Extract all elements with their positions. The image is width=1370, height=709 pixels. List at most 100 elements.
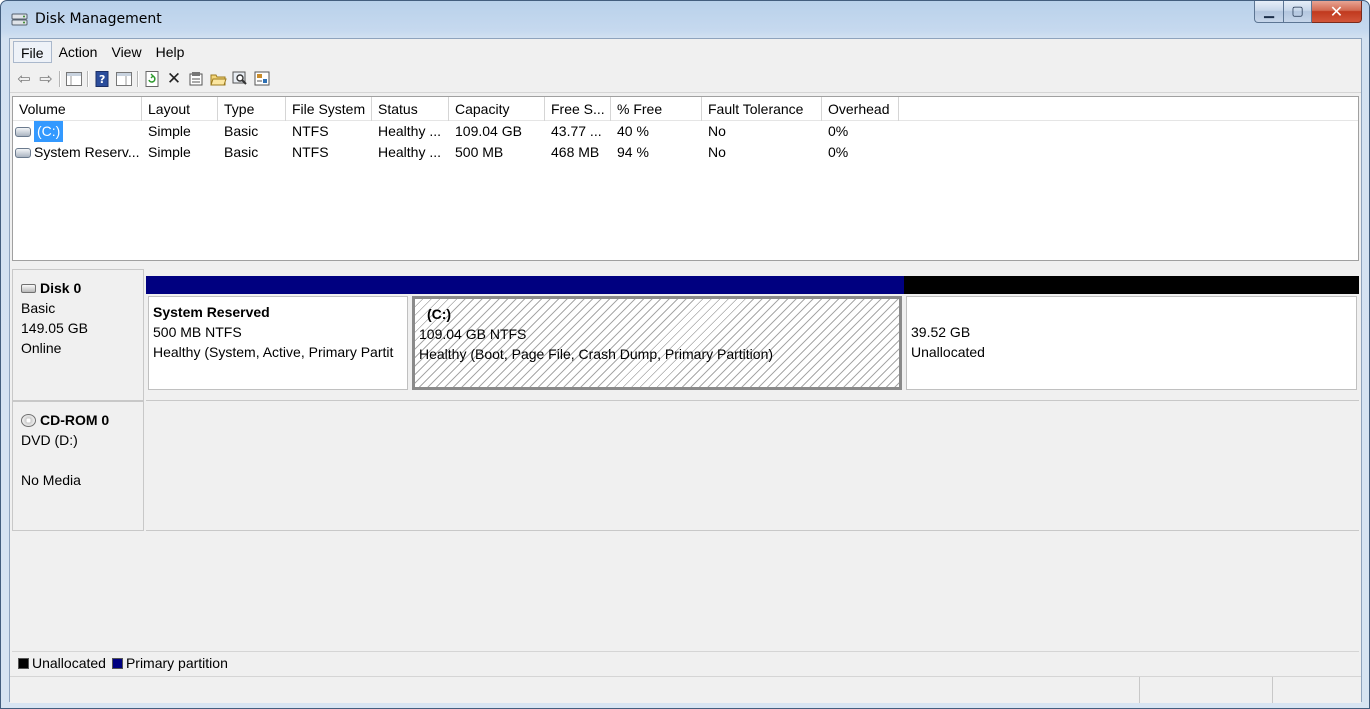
explore-icon[interactable] bbox=[229, 68, 251, 90]
disk-name-row: Disk 0 bbox=[21, 278, 143, 298]
free-space-cell: 468 MB bbox=[551, 144, 600, 160]
status-cell: Healthy ... bbox=[378, 123, 442, 139]
volume-drive-icon bbox=[15, 147, 31, 158]
cdrom-media: No Media bbox=[21, 472, 81, 488]
refresh-icon[interactable] bbox=[141, 68, 163, 90]
status-segment bbox=[1140, 677, 1273, 703]
status-cell: Healthy ... bbox=[378, 144, 442, 160]
volume-drive-icon bbox=[15, 126, 31, 137]
partition-c[interactable]: (C:) 109.04 GB NTFS Healthy (Boot, Page … bbox=[410, 276, 904, 394]
capacity-cell: 500 MB bbox=[455, 144, 504, 160]
partition-status: Unallocated bbox=[911, 344, 985, 360]
show-hide-tree-icon[interactable] bbox=[63, 68, 85, 90]
back-icon[interactable]: ⇦ bbox=[13, 68, 35, 90]
column-header-type[interactable]: Type bbox=[218, 97, 286, 121]
menu-view[interactable]: View bbox=[104, 41, 148, 63]
type-cell: Basic bbox=[224, 144, 259, 160]
overhead-cell: 0% bbox=[828, 144, 849, 160]
toolbar-separator bbox=[85, 68, 91, 90]
disk-graph-pane: Disk 0 Basic 149.05 GB Online System Res… bbox=[12, 269, 1359, 674]
fault-tolerance-cell: No bbox=[708, 123, 726, 139]
partition-title bbox=[911, 302, 1352, 322]
toolbar-separator bbox=[57, 68, 63, 90]
partition-box: System Reserved 500 MB NTFS Healthy (Sys… bbox=[148, 296, 408, 390]
column-header-volume[interactable]: Volume bbox=[13, 97, 142, 121]
partition-color-bar bbox=[410, 276, 904, 294]
minimize-button[interactable]: ▁ bbox=[1254, 1, 1284, 23]
disk-type: Basic bbox=[21, 300, 56, 316]
overhead-cell: 0% bbox=[828, 123, 849, 139]
disk-management-icon bbox=[11, 13, 28, 26]
partition-title: System Reserved bbox=[153, 304, 270, 320]
column-header-overhead[interactable]: Overhead bbox=[822, 97, 899, 121]
menu-help[interactable]: Help bbox=[149, 41, 192, 63]
layout-cell: Simple bbox=[148, 144, 191, 160]
status-segment bbox=[10, 677, 1140, 703]
partition-status: Healthy (System, Active, Primary Partit bbox=[153, 344, 394, 360]
volume-cell: (C:) bbox=[13, 121, 142, 142]
column-header-fault-tolerance[interactable]: Fault Tolerance bbox=[702, 97, 822, 121]
close-icon: ✕ bbox=[1329, 2, 1344, 21]
pane-splitter[interactable] bbox=[10, 263, 1361, 267]
legend-swatch-unallocated bbox=[18, 657, 29, 669]
legend-label-unallocated: Unallocated bbox=[32, 655, 106, 671]
column-header-layout[interactable]: Layout bbox=[142, 97, 218, 121]
legend: Unallocated Primary partition bbox=[12, 651, 1359, 674]
partition-box: 39.52 GB Unallocated bbox=[906, 296, 1357, 390]
delete-icon[interactable]: ✕ bbox=[163, 68, 185, 90]
menu-file[interactable]: File bbox=[13, 41, 52, 63]
cd-rom-icon bbox=[21, 413, 36, 427]
volume-row-c[interactable]: (C:) Simple Basic NTFS Healthy ... 109.0… bbox=[13, 121, 1358, 142]
file-system-cell: NTFS bbox=[292, 123, 329, 139]
open-folder-icon[interactable] bbox=[207, 68, 229, 90]
maximize-button[interactable]: ▢ bbox=[1284, 1, 1312, 23]
disk-0-label[interactable]: Disk 0 Basic 149.05 GB Online bbox=[12, 269, 144, 401]
volume-row-system-reserved[interactable]: System Reserv... Simple Basic NTFS Healt… bbox=[13, 142, 1358, 163]
column-header-percent-free[interactable]: % Free bbox=[611, 97, 702, 121]
column-header-file-system[interactable]: File System bbox=[286, 97, 372, 121]
maximize-icon: ▢ bbox=[1291, 4, 1304, 19]
status-bar bbox=[10, 676, 1361, 703]
close-button[interactable]: ✕ bbox=[1312, 1, 1362, 23]
partition-box-selected: (C:) 109.04 GB NTFS Healthy (Boot, Page … bbox=[412, 296, 902, 390]
title-bar[interactable]: Disk Management ▁ ▢ ✕ bbox=[1, 1, 1369, 37]
volume-cell: System Reserv... bbox=[13, 142, 142, 163]
volume-list-header: Volume Layout Type File System Status Ca… bbox=[13, 97, 1358, 121]
minimize-icon: ▁ bbox=[1264, 4, 1274, 19]
client-area: File Action View Help ⇦ ⇨ ? ✕ Volume Lay… bbox=[9, 38, 1362, 703]
disk-management-window: Disk Management ▁ ▢ ✕ File Action View H… bbox=[0, 0, 1370, 709]
fault-tolerance-cell: No bbox=[708, 144, 726, 160]
column-header-free-space[interactable]: Free S... bbox=[545, 97, 611, 121]
disk-size: 149.05 GB bbox=[21, 320, 88, 336]
layout-cell: Simple bbox=[148, 123, 191, 139]
partition-system-reserved[interactable]: System Reserved 500 MB NTFS Healthy (Sys… bbox=[146, 276, 410, 394]
partition-color-bar bbox=[146, 276, 410, 294]
type-cell: Basic bbox=[224, 123, 259, 139]
help-icon[interactable]: ? bbox=[91, 68, 113, 90]
properties-view-icon[interactable] bbox=[113, 68, 135, 90]
window-title: Disk Management bbox=[35, 11, 162, 27]
menu-bar: File Action View Help bbox=[10, 39, 1361, 65]
settings-icon[interactable] bbox=[251, 68, 273, 90]
percent-free-cell: 40 % bbox=[617, 123, 649, 139]
disk-state: Online bbox=[21, 340, 62, 356]
column-header-capacity[interactable]: Capacity bbox=[449, 97, 545, 121]
properties-icon[interactable] bbox=[185, 68, 207, 90]
volume-name: System Reserv... bbox=[34, 144, 140, 160]
cdrom-0-label[interactable]: CD-ROM 0 DVD (D:) No Media bbox=[12, 401, 144, 531]
partition-title: (C:) bbox=[427, 306, 452, 322]
percent-free-cell: 94 % bbox=[617, 144, 649, 160]
partition-unallocated[interactable]: 39.52 GB Unallocated bbox=[904, 276, 1359, 394]
capacity-cell: 109.04 GB bbox=[455, 123, 522, 139]
forward-icon[interactable]: ⇨ bbox=[35, 68, 57, 90]
column-header-status[interactable]: Status bbox=[372, 97, 449, 121]
volume-list[interactable]: Volume Layout Type File System Status Ca… bbox=[12, 96, 1359, 261]
file-system-cell: NTFS bbox=[292, 144, 329, 160]
legend-label-primary: Primary partition bbox=[125, 655, 228, 671]
cdrom-name: CD-ROM 0 bbox=[40, 412, 110, 428]
hard-disk-icon bbox=[21, 283, 36, 293]
cdrom-0-area bbox=[146, 401, 1359, 531]
menu-action[interactable]: Action bbox=[52, 41, 105, 63]
cdrom-name-row: CD-ROM 0 bbox=[21, 410, 143, 430]
